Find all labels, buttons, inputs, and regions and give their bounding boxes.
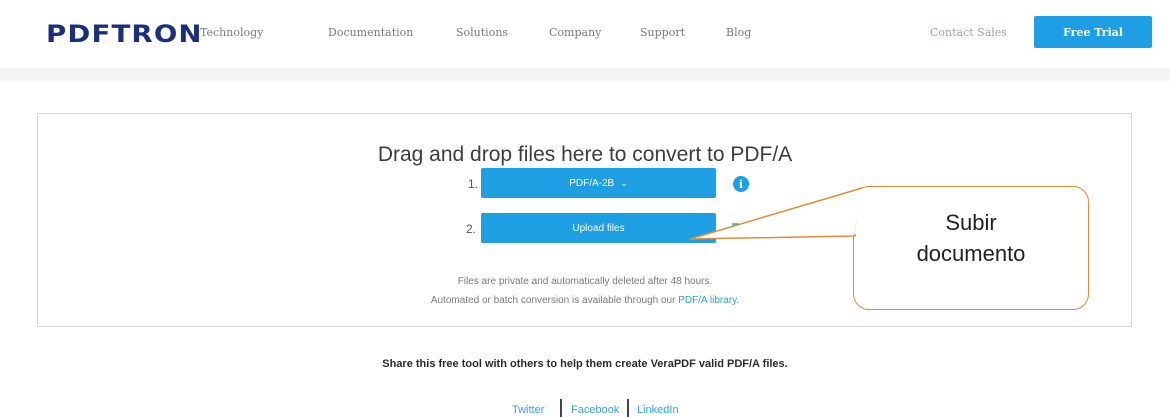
- nav-blog[interactable]: Blog: [726, 26, 751, 40]
- batch-note-text: Automated or batch conversion is availab…: [430, 295, 676, 306]
- step-2-number: 2.: [466, 222, 477, 236]
- pdfa-version-dropdown[interactable]: PDF/A-2B ⌄: [481, 168, 716, 198]
- twitter-link[interactable]: Twitter: [512, 403, 544, 417]
- linkedin-link[interactable]: LinkedIn: [637, 403, 679, 417]
- batch-note-end: .: [736, 295, 740, 306]
- divider: [627, 399, 629, 417]
- nav-documentation[interactable]: Documentation: [328, 26, 413, 40]
- card-title: Drag and drop files here to convert to P…: [377, 143, 793, 166]
- info-icon[interactable]: i: [733, 176, 749, 192]
- nav-support[interactable]: Support: [640, 26, 685, 40]
- facebook-link[interactable]: Facebook: [571, 403, 619, 417]
- callout-text: Subir documento: [916, 210, 1026, 266]
- share-text: Share this free tool with others to help…: [382, 358, 788, 370]
- free-trial-button[interactable]: Free Trial: [1034, 16, 1152, 48]
- folder-icon[interactable]: [732, 222, 748, 234]
- contact-sales-link[interactable]: Contact Sales: [930, 26, 1007, 40]
- pdfa-version-value: PDF/A-2B: [569, 177, 615, 189]
- pdftron-logo[interactable]: PDFTRON: [46, 20, 203, 48]
- site-header: PDFTRON Technology Documentation Solutio…: [0, 0, 1170, 68]
- chevron-down-icon: ⌄: [620, 177, 628, 188]
- header-divider: [0, 68, 1170, 82]
- nav-company[interactable]: Company: [549, 26, 601, 40]
- upload-files-button[interactable]: Upload files: [481, 213, 716, 243]
- pdfa-library-link[interactable]: PDF/A library: [678, 295, 736, 306]
- nav-solutions[interactable]: Solutions: [456, 26, 508, 40]
- step-1-number: 1.: [468, 177, 479, 191]
- divider: [560, 399, 562, 417]
- nav-technology[interactable]: Technology: [200, 26, 263, 40]
